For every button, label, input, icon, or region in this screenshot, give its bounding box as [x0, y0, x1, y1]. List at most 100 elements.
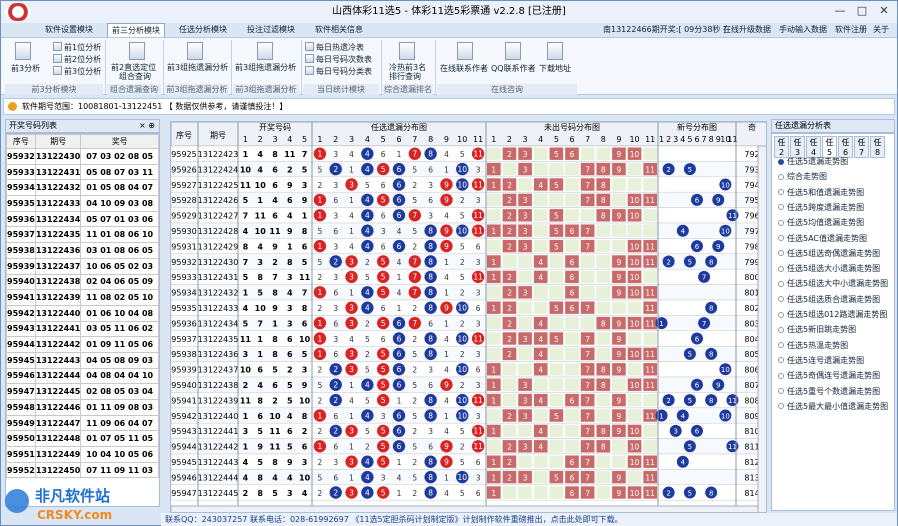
vertical-scrollbar[interactable]: [757, 145, 767, 513]
table-row[interactable]: 95949 13122447 11 09 06 04 07: [6, 414, 159, 432]
analysis-option[interactable]: 任选5奇偶连号遗漏走势图: [778, 370, 880, 381]
col-number-header: 7: [585, 135, 590, 144]
radio-icon[interactable]: [778, 296, 784, 303]
daily-hot-cold-button[interactable]: 每日热遗冷表: [316, 42, 364, 53]
table-row[interactable]: 95939 13122437 10 06 05 02 03: [6, 257, 159, 275]
new-ball-label: 1: [659, 412, 663, 420]
tab-settings[interactable]: 软件设置模块: [41, 23, 97, 37]
table-row[interactable]: 95944 13122442 01 09 11 05 06: [6, 336, 159, 353]
analysis-option[interactable]: 任选5热温走势图: [778, 340, 848, 351]
front3-analysis-button[interactable]: 前3分析: [11, 63, 40, 74]
download-button[interactable]: 下载地址: [539, 63, 571, 74]
analysis-option[interactable]: 任选5跨度遗漏走势图: [778, 202, 864, 213]
analysis-option[interactable]: 任选5遗漏走势图: [778, 156, 848, 167]
miss-cell-label: 1: [491, 366, 496, 375]
table-row[interactable]: 95947 13122445 02 08 05 03 04: [6, 383, 159, 400]
register-button[interactable]: 软件注册: [835, 23, 867, 37]
horizontal-scrollbar[interactable]: [171, 505, 759, 513]
analysis-option[interactable]: 任选5组选质合遗漏走势图: [778, 294, 880, 305]
online-update-button[interactable]: 在线升级数据: [723, 23, 771, 37]
radio-icon[interactable]: [778, 173, 784, 180]
tab-任4[interactable]: 任4: [806, 136, 821, 158]
pos2-button[interactable]: 前2位分析: [64, 54, 101, 65]
tab-front3[interactable]: 前三分析模块: [107, 23, 165, 37]
status-text[interactable]: 联系QQ：243037257 联系电话：028-61992697 《11选5定胆…: [165, 515, 623, 524]
analysis-option[interactable]: 任选5组选012路遗漏走势图: [778, 309, 887, 320]
qq-contact-button[interactable]: QQ联系作者: [491, 63, 536, 74]
row-odd-value: 792: [744, 150, 759, 159]
analysis-option[interactable]: 任选5组选奇偶遗漏走势图: [778, 248, 880, 259]
table-row[interactable]: 95948 13122446 01 11 09 08 03: [6, 399, 159, 416]
radio-icon[interactable]: [778, 204, 784, 211]
radio-icon[interactable]: [778, 388, 784, 394]
about-button[interactable]: 关于: [873, 23, 889, 37]
analysis-option[interactable]: 任选5均值遗漏走势图: [778, 217, 864, 228]
radio-icon[interactable]: [778, 372, 784, 379]
table-row[interactable]: 95935 13122433 04 10 09 03 08: [6, 195, 159, 212]
radio-icon[interactable]: [778, 280, 784, 287]
analysis-option[interactable]: 任选5重号个数遗漏走势图: [778, 386, 880, 397]
analysis-option[interactable]: 任选5连号遗漏走势图: [778, 355, 864, 366]
radio-icon[interactable]: [778, 250, 784, 257]
tab-filter[interactable]: 投注过滤模块: [243, 23, 299, 37]
daily-category-button[interactable]: 每日号码分类表: [316, 66, 372, 77]
analysis-option[interactable]: 综合走势图: [778, 171, 827, 182]
table-row[interactable]: 95933 13122431 05 08 07 03 11: [6, 163, 159, 181]
group-miss-button-2[interactable]: 前3组拖遗漏分析: [235, 62, 296, 73]
analysis-option[interactable]: 任选5最大最小值遗漏走势图: [778, 401, 888, 412]
radio-icon[interactable]: [778, 311, 784, 318]
table-row[interactable]: 95936 13122434 05 07 01 03 06: [6, 210, 159, 228]
hit-cell: [502, 393, 517, 407]
table-row[interactable]: 95934 13122432 01 05 08 04 07: [6, 179, 159, 197]
table-row[interactable]: 95937 13122435 11 01 08 06 10: [6, 226, 159, 244]
tab-任8[interactable]: 任8: [870, 136, 885, 158]
table-row[interactable]: 95938 13122436 03 01 08 06 05: [6, 242, 159, 259]
analysis-option[interactable]: 任选5新旧跳走势图: [778, 324, 856, 335]
tab-任5[interactable]: 任5: [822, 136, 837, 158]
radio-icon[interactable]: [778, 265, 784, 272]
contact-author-button[interactable]: 在线联系作者: [440, 63, 488, 74]
radio-icon[interactable]: [778, 189, 784, 196]
number-ball-label: 3: [349, 273, 354, 282]
table-row[interactable]: 95951 13122449 10 04 10 05 06: [6, 446, 159, 463]
hit-cell: [565, 363, 579, 376]
analysis-option[interactable]: 任选5组选大中小遗漏走势图: [778, 278, 888, 289]
win-number: 8: [302, 304, 308, 313]
tab-about[interactable]: 软件相关信息: [311, 23, 367, 37]
hit-cell: [596, 147, 611, 160]
radio-icon[interactable]: [778, 219, 784, 226]
tab-任7[interactable]: 任7: [854, 136, 869, 158]
radio-icon[interactable]: [778, 158, 784, 165]
analysis-option[interactable]: 任选5AC值遗漏走势图: [778, 233, 867, 244]
analysis-option[interactable]: 任选5组选大小遗漏走势图: [778, 263, 880, 274]
table-row[interactable]: 95950 13122448 01 07 05 11 05: [6, 430, 159, 448]
radio-icon[interactable]: [778, 342, 784, 349]
manual-input-button[interactable]: 手动输入数据: [779, 23, 827, 37]
close-button[interactable]: ✕: [873, 2, 895, 20]
table-row[interactable]: 95942 13122440 01 06 10 04 08: [6, 304, 159, 322]
radio-icon[interactable]: [778, 357, 784, 364]
table-row[interactable]: 95940 13122438 02 04 06 05 09: [6, 273, 159, 291]
radio-icon[interactable]: [778, 235, 784, 241]
table-row[interactable]: 95945 13122443 04 05 08 09 03: [6, 351, 159, 369]
tab-任2[interactable]: 任2: [774, 136, 789, 158]
daily-count-button[interactable]: 每日号码次数表: [316, 54, 372, 65]
table-row[interactable]: 95941 13122439 11 08 02 05 10: [6, 289, 159, 306]
table-row[interactable]: 95952 13122450 07 11 09 11 03: [6, 461, 159, 479]
tab-任6[interactable]: 任6: [838, 136, 853, 158]
close-icon[interactable]: × ⊕: [139, 120, 155, 132]
pos3-button[interactable]: 前3位分析: [64, 66, 101, 77]
miss-count: 3: [476, 196, 481, 205]
analysis-option[interactable]: 任选5和值遗漏走势图: [778, 187, 864, 198]
radio-icon[interactable]: [778, 403, 784, 410]
pos1-button[interactable]: 前1位分析: [64, 42, 101, 53]
table-row[interactable]: 95932 13122430 07 03 02 08 05: [6, 148, 159, 165]
table-row[interactable]: 95943 13122441 03 05 11 06 02: [6, 320, 159, 338]
group-miss-button-1[interactable]: 前3组拖遗漏分析: [167, 62, 228, 73]
table-row[interactable]: 95946 13122444 04 08 04 04 10: [6, 367, 159, 385]
tab-任3[interactable]: 任3: [790, 136, 805, 158]
tab-any[interactable]: 任选分析模块: [175, 23, 231, 37]
maximize-button[interactable]: □: [851, 2, 873, 20]
minimize-button[interactable]: —: [829, 2, 851, 20]
radio-icon[interactable]: [778, 326, 784, 333]
